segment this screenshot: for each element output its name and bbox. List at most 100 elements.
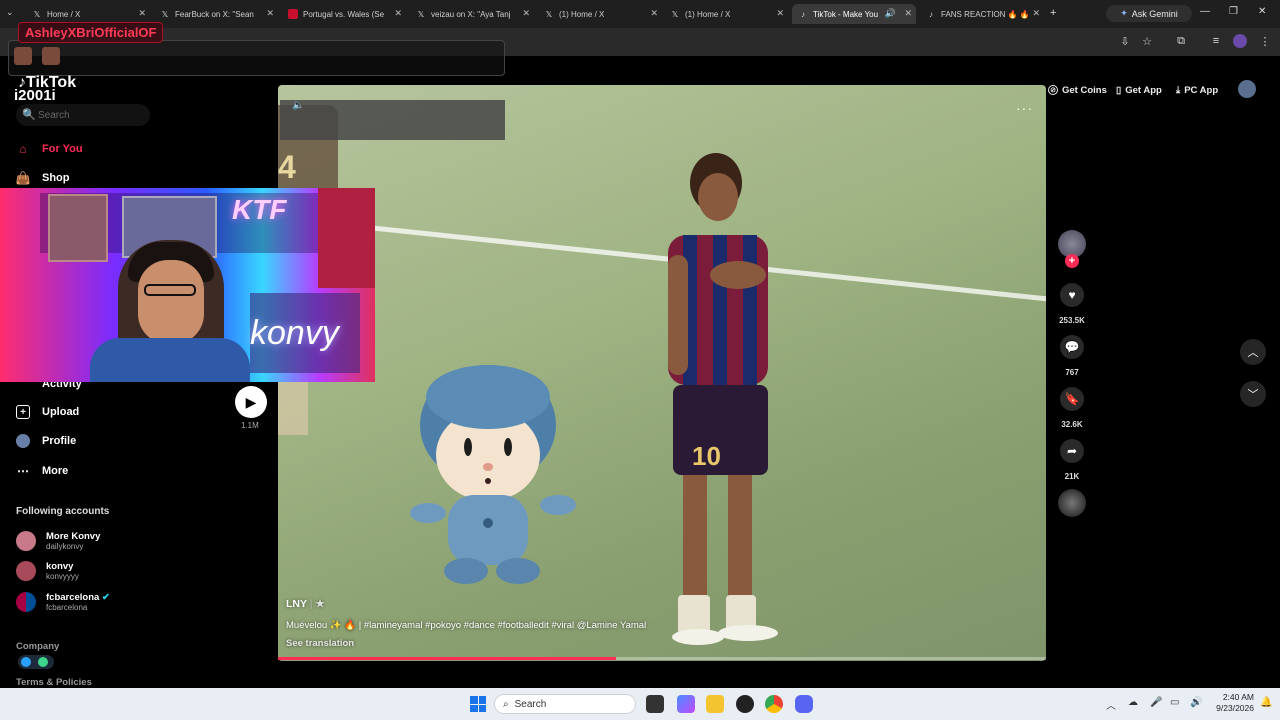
media-control-icon[interactable]: ≡ bbox=[1209, 34, 1223, 48]
tab-home-x-2[interactable]: 𝕏 (1) Home / X ✕ bbox=[538, 4, 662, 24]
browser-menu-icon[interactable]: ⋮ bbox=[1258, 34, 1272, 48]
ask-gemini-button[interactable]: ✦ Ask Gemini bbox=[1106, 5, 1192, 22]
video-player[interactable]: 4 10 bbox=[278, 85, 1046, 661]
close-tab-icon[interactable]: ✕ bbox=[394, 8, 402, 19]
extensions-icon[interactable]: ⧉ bbox=[1174, 34, 1188, 48]
following-account-fcbarcelona[interactable]: fcbarcelona ✔ fcbarcelona bbox=[16, 589, 110, 615]
close-window-icon[interactable]: ✕ bbox=[1258, 6, 1266, 17]
footer-company-link[interactable]: Company bbox=[16, 641, 59, 652]
app-icon[interactable] bbox=[736, 695, 754, 713]
avatar bbox=[16, 592, 36, 612]
webcam-poster bbox=[48, 194, 108, 262]
comment-button[interactable]: 💬 bbox=[1060, 335, 1084, 359]
webcam-neon-konvy: konvy bbox=[250, 314, 339, 352]
user-avatar[interactable] bbox=[1238, 80, 1256, 98]
search-input[interactable]: 🔍 Search bbox=[16, 104, 150, 126]
save-count: 32.6K bbox=[1061, 420, 1083, 429]
mute-icon[interactable]: 🔈 bbox=[292, 100, 304, 111]
follow-plus-icon[interactable]: + bbox=[1065, 254, 1079, 268]
minimize-icon[interactable]: — bbox=[1200, 6, 1210, 17]
tray-chevron-up-icon[interactable]: ︿ bbox=[1106, 697, 1116, 712]
x-logo-icon: 𝕏 bbox=[161, 9, 169, 19]
tray-display-icon[interactable]: ▭ bbox=[1170, 697, 1179, 708]
tab-tiktok-active[interactable]: ♪ TikTok - Make You 🔊 ✕ bbox=[792, 4, 916, 24]
tab-title: TikTok - Make You bbox=[813, 9, 879, 19]
video-author[interactable]: LNY | ★ bbox=[286, 598, 325, 610]
gemini-sparkle-icon: ✦ bbox=[1120, 8, 1128, 18]
profile-avatar-icon[interactable] bbox=[1233, 34, 1247, 48]
verified-badge-icon: ✔ bbox=[101, 592, 110, 603]
chrome-icon[interactable] bbox=[765, 695, 783, 713]
tray-mic-icon[interactable]: 🎤 bbox=[1150, 697, 1162, 708]
discord-icon[interactable] bbox=[795, 695, 813, 713]
coin-icon: ⊘ bbox=[1048, 85, 1058, 95]
speaker-icon[interactable]: 🔊 bbox=[885, 8, 896, 19]
previous-video-button[interactable]: ︿ bbox=[1240, 339, 1266, 365]
stream-overlay-panel bbox=[8, 40, 505, 76]
video-progress-fill bbox=[278, 657, 616, 660]
like-button[interactable]: ♥ bbox=[1060, 283, 1084, 307]
footer-terms-link[interactable]: Terms & Policies bbox=[16, 677, 92, 688]
tray-network-icon[interactable]: ☁ bbox=[1128, 697, 1138, 708]
tab-home-x-3[interactable]: 𝕏 (1) Home / X ✕ bbox=[664, 4, 788, 24]
pc-app-button[interactable]: ⤓ PC App bbox=[1176, 83, 1218, 97]
x-logo-icon: 𝕏 bbox=[417, 9, 425, 19]
ellipsis-icon: ⋯ bbox=[17, 464, 29, 478]
following-account-konvy[interactable]: konvy konvyyyy bbox=[16, 558, 79, 584]
copilot-icon[interactable] bbox=[677, 695, 695, 713]
install-app-icon[interactable]: ⇩ bbox=[1118, 34, 1132, 48]
tab-home-x-1[interactable]: 𝕏 Home / X ✕ bbox=[26, 4, 150, 24]
play-button[interactable]: ▶ bbox=[235, 386, 267, 418]
sidebar-item-for-you[interactable]: ⌂ For You bbox=[16, 138, 82, 160]
sidebar-item-profile[interactable]: Profile bbox=[16, 430, 76, 452]
bookmark-star-icon[interactable]: ☆ bbox=[1140, 34, 1154, 48]
video-progress-bar[interactable] bbox=[278, 657, 1046, 660]
see-translation-link[interactable]: See translation bbox=[286, 638, 354, 649]
avatar bbox=[16, 531, 36, 551]
new-tab-icon[interactable]: + bbox=[1050, 7, 1056, 19]
share-button[interactable]: ➦ bbox=[1060, 439, 1084, 463]
file-explorer-icon[interactable] bbox=[646, 695, 664, 713]
close-tab-icon[interactable]: ✕ bbox=[138, 8, 146, 19]
tab-fans-reaction[interactable]: ♪ FANS REACTION 🔥 🔥 ✕ bbox=[920, 4, 1044, 24]
author-name: LNY bbox=[286, 598, 307, 610]
next-video-button[interactable]: ﹀ bbox=[1240, 381, 1266, 407]
folder-icon[interactable] bbox=[706, 695, 724, 713]
footballer-figure bbox=[668, 153, 778, 645]
account-name: konvy bbox=[46, 561, 74, 572]
close-tab-icon[interactable]: ✕ bbox=[266, 8, 274, 19]
tab-portugal-wales[interactable]: Portugal vs. Wales (Se ✕ bbox=[282, 4, 406, 24]
tray-volume-icon[interactable]: 🔊 bbox=[1190, 697, 1202, 708]
following-account-more-konvy[interactable]: More Konvy dailykonvy bbox=[16, 528, 100, 554]
tab-title: Portugal vs. Wales (Se bbox=[303, 9, 385, 19]
taskbar-search[interactable]: ⌕ Search bbox=[494, 694, 636, 714]
restore-icon[interactable]: ❐ bbox=[1229, 6, 1238, 17]
notification-bell-icon[interactable]: 🔔 bbox=[1260, 697, 1272, 708]
sidebar-item-more[interactable]: ⋯ More bbox=[16, 460, 68, 482]
bookmark-icon: 🔖 bbox=[1064, 392, 1080, 406]
tab-fearbuck[interactable]: 𝕏 FearBuck on X: "Sean ✕ bbox=[154, 4, 278, 24]
taskbar-search-label: Search bbox=[514, 698, 547, 710]
shop-bag-icon: 👜 bbox=[15, 171, 31, 185]
streamer-face bbox=[138, 260, 204, 344]
save-button[interactable]: 🔖 bbox=[1060, 387, 1084, 411]
close-tab-icon[interactable]: ✕ bbox=[776, 8, 784, 19]
windows-start-icon[interactable] bbox=[470, 696, 486, 712]
share-arrow-icon: ➦ bbox=[1066, 444, 1078, 458]
close-tab-icon[interactable]: ✕ bbox=[650, 8, 658, 19]
close-tab-icon[interactable]: ✕ bbox=[522, 8, 530, 19]
get-coins-button[interactable]: ⊘ Get Coins bbox=[1048, 83, 1107, 97]
sidebar-item-upload[interactable]: + Upload bbox=[16, 401, 79, 423]
close-tab-icon[interactable]: ✕ bbox=[1032, 8, 1040, 19]
get-app-button[interactable]: ▯ Get App bbox=[1116, 83, 1162, 97]
sidebar-item-shop[interactable]: 👜 Shop bbox=[16, 167, 70, 189]
tab-veizau[interactable]: 𝕏 veizau on X: "Aya Tanj ✕ bbox=[410, 4, 534, 24]
account-name: fcbarcelona bbox=[46, 592, 100, 603]
close-tab-icon[interactable]: ✕ bbox=[904, 8, 912, 19]
sidebar-item-label: Upload bbox=[42, 406, 80, 418]
video-more-options-icon[interactable]: ··· bbox=[1016, 100, 1033, 116]
taskbar-clock[interactable]: 2:40 AM 9/23/2026 bbox=[1208, 692, 1254, 714]
account-handle: dailykonvy bbox=[46, 542, 84, 551]
music-disc[interactable] bbox=[1058, 489, 1086, 517]
tab-search-dropdown-icon[interactable]: ⌄ bbox=[6, 7, 14, 18]
